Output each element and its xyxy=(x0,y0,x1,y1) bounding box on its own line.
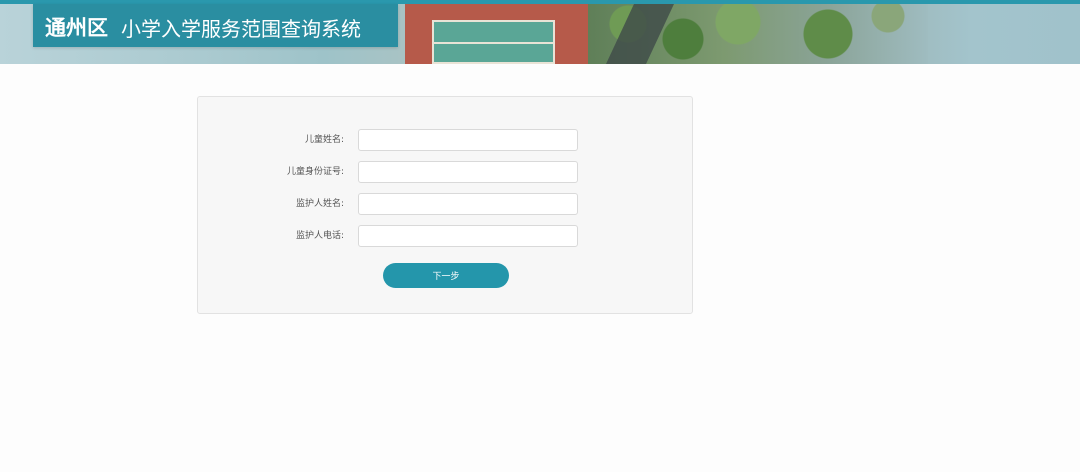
guardian-phone-input[interactable] xyxy=(358,225,578,247)
banner-court-net xyxy=(434,42,553,44)
form-row-guardian-name: 监护人姓名: xyxy=(198,193,692,215)
child-name-label: 儿童姓名: xyxy=(304,135,344,145)
banner-court-surface xyxy=(432,20,555,64)
district-name: 通州区 xyxy=(45,16,108,40)
site-title: 通州区 小学入学服务范围查询系统 xyxy=(33,4,398,47)
form-row-guardian-phone: 监护人电话: xyxy=(198,225,692,247)
query-form-panel: 儿童姓名: 儿童身份证号: 监护人姓名: 监护人电话: 下一步 xyxy=(197,96,693,314)
child-id-label: 儿童身份证号: xyxy=(286,167,344,177)
child-id-input[interactable] xyxy=(358,161,578,183)
guardian-phone-label: 监护人电话: xyxy=(295,231,344,241)
next-step-button[interactable]: 下一步 xyxy=(383,263,509,288)
banner-court-photo xyxy=(405,4,590,64)
system-title: 小学入学服务范围查询系统 xyxy=(121,17,361,41)
form-row-child-id: 儿童身份证号: xyxy=(198,161,692,183)
child-name-input[interactable] xyxy=(358,129,578,151)
guardian-name-label: 监护人姓名: xyxy=(295,199,344,209)
form-row-child-name: 儿童姓名: xyxy=(198,129,692,151)
guardian-name-input[interactable] xyxy=(358,193,578,215)
